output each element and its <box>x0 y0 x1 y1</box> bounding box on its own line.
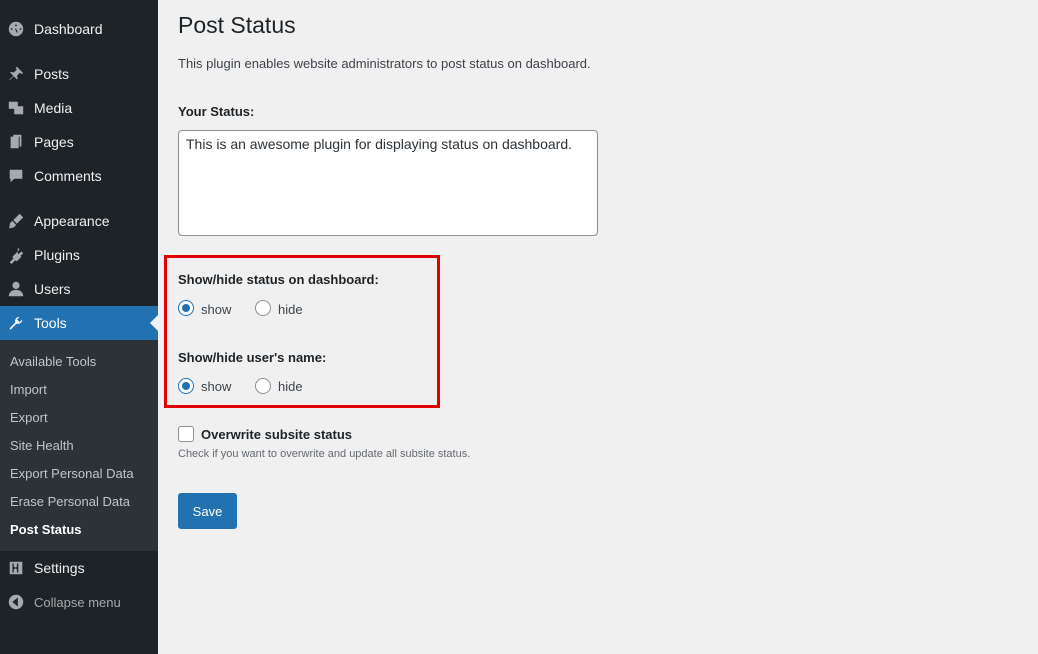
menu-label: Dashboard <box>34 21 103 37</box>
menu-item-pages[interactable]: Pages <box>0 125 158 159</box>
submenu-item-export-personal-data[interactable]: Export Personal Data <box>10 466 134 481</box>
menu-item-users[interactable]: Users <box>0 272 158 306</box>
status-label: Your Status: <box>178 104 255 119</box>
menu-label: Tools <box>34 315 67 331</box>
menu-item-comments[interactable]: Comments <box>0 159 158 193</box>
username-toggle-label: Show/hide user's name: <box>178 350 327 365</box>
admin-sidebar: Dashboard Posts Media Pages Comments App… <box>0 0 158 654</box>
menu-item-dashboard[interactable]: Dashboard <box>0 12 158 46</box>
page-title: Post Status <box>178 12 296 38</box>
plugin-icon <box>6 245 26 265</box>
submenu-item-available-tools[interactable]: Available Tools <box>10 354 96 369</box>
submenu-item-site-health[interactable]: Site Health <box>10 438 74 453</box>
pin-icon <box>6 64 26 84</box>
menu-label: Comments <box>34 168 102 184</box>
menu-label: Posts <box>34 66 70 82</box>
brush-icon <box>6 211 26 231</box>
menu-item-media[interactable]: Media <box>0 91 158 125</box>
username-hide-label: hide <box>278 379 303 394</box>
menu-label: Plugins <box>34 247 80 263</box>
submenu-item-export[interactable]: Export <box>10 410 48 425</box>
dashboard-hide-label: hide <box>278 302 303 317</box>
save-button[interactable]: Save <box>178 493 237 529</box>
menu-item-appearance[interactable]: Appearance <box>0 204 158 238</box>
settings-sliders-icon <box>6 558 26 578</box>
dashboard-icon <box>6 19 26 39</box>
submenu-item-import[interactable]: Import <box>10 382 47 397</box>
menu-label: Settings <box>34 560 85 576</box>
dashboard-show-label: show <box>201 302 232 317</box>
user-icon <box>6 279 26 299</box>
status-textarea[interactable]: This is an awesome plugin for displaying… <box>178 130 598 236</box>
overwrite-label: Overwrite subsite status <box>201 427 352 442</box>
menu-item-posts[interactable]: Posts <box>0 57 158 91</box>
menu-item-settings[interactable]: Settings <box>0 551 158 585</box>
collapse-menu-button[interactable]: Collapse menu <box>0 585 158 619</box>
wrench-icon <box>6 313 26 333</box>
menu-label: Appearance <box>34 213 110 229</box>
tools-submenu: Available Tools Import Export Site Healt… <box>0 340 158 551</box>
dashboard-hide-radio[interactable] <box>255 300 271 316</box>
menu-item-plugins[interactable]: Plugins <box>0 238 158 272</box>
collapse-arrow-icon <box>6 592 26 612</box>
dashboard-toggle-label: Show/hide status on dashboard: <box>178 272 379 287</box>
submenu-item-erase-personal-data[interactable]: Erase Personal Data <box>10 494 130 509</box>
menu-label: Media <box>34 100 73 116</box>
menu-label: Pages <box>34 134 74 150</box>
collapse-label: Collapse menu <box>34 594 121 610</box>
pages-icon <box>6 132 26 152</box>
overwrite-checkbox[interactable] <box>178 426 194 442</box>
menu-label: Users <box>34 281 71 297</box>
comment-icon <box>6 166 26 186</box>
overwrite-hint: Check if you want to overwrite and updat… <box>178 448 471 460</box>
menu-item-tools[interactable]: Tools <box>0 306 158 340</box>
username-hide-radio[interactable] <box>255 378 271 394</box>
dashboard-show-radio[interactable] <box>178 300 194 316</box>
submenu-item-post-status[interactable]: Post Status <box>10 522 82 537</box>
media-icon <box>6 98 26 118</box>
page-description: This plugin enables website administrato… <box>178 56 591 71</box>
username-show-radio[interactable] <box>178 378 194 394</box>
username-show-label: show <box>201 379 232 394</box>
